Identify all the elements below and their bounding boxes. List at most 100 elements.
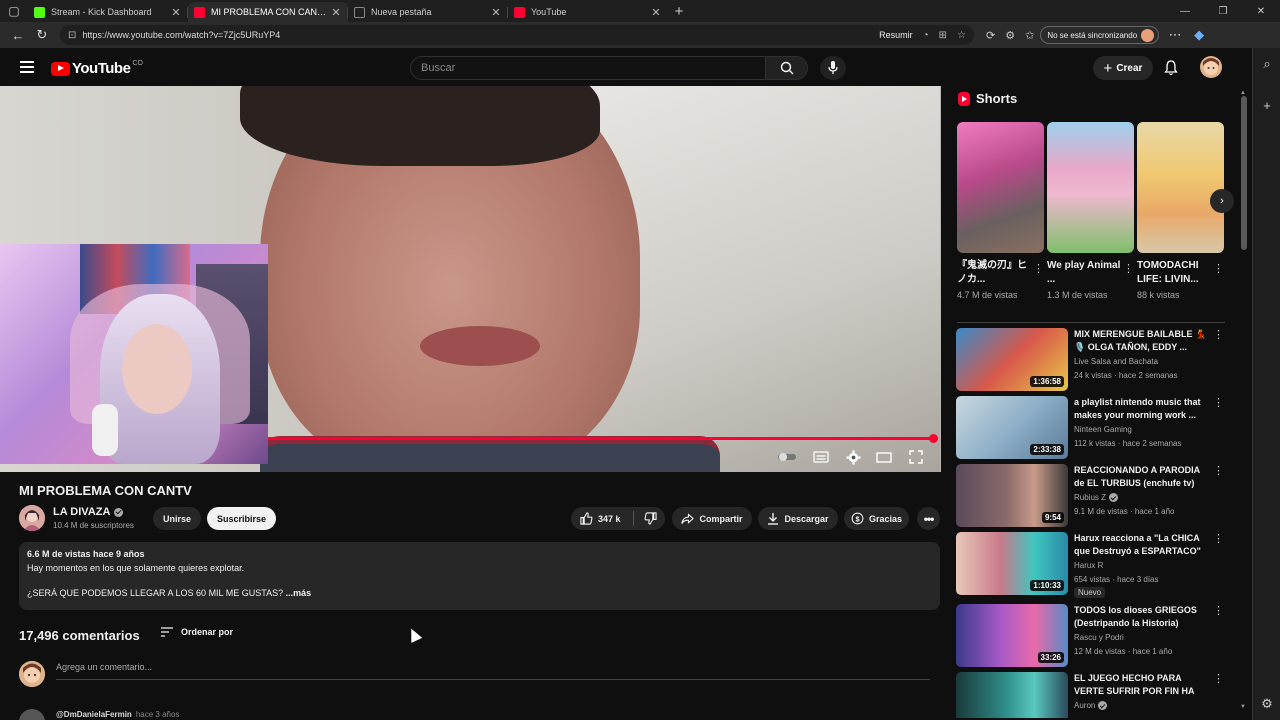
refresh-extension-icon[interactable]: ⟳ [986,29,995,42]
extensions-icon[interactable]: ⚙ [1005,29,1015,42]
channel-name-link[interactable]: LA DIVAZA [53,506,124,518]
video-title[interactable]: MIX MERENGUE BAILABLE 💃 🎙️ OLGA TAÑON, E… [1074,328,1212,354]
video-more-icon[interactable]: ⋮ [1213,532,1224,545]
copilot-icon[interactable]: ◆ [1187,27,1211,43]
share-button[interactable]: Compartir [672,507,752,530]
progress-scrubber[interactable] [929,434,938,443]
close-tab-icon[interactable]: ✕ [330,6,342,19]
comment-author[interactable]: @DmDanielaFermin [56,710,132,719]
account-avatar[interactable] [1200,56,1222,78]
favorite-star-icon[interactable]: ☆ [957,30,966,41]
description-box[interactable]: 6.6 M de vistas hace 9 años Hay momentos… [19,542,940,610]
channel-avatar[interactable] [19,505,45,531]
menu-hamburger-icon[interactable] [20,61,34,73]
fullscreen-button[interactable] [906,448,926,466]
video-title[interactable]: a playlist nintendo music that makes you… [1074,396,1212,422]
site-info-icon[interactable]: ⊡ [68,30,76,41]
sidebar-settings-icon[interactable]: ⚙ [1253,696,1280,712]
short-title[interactable]: We play Animal ... [1047,259,1125,287]
video-thumbnail[interactable]: 1:10:33 [956,532,1068,595]
video-thumbnail[interactable]: 9:54 [956,464,1068,527]
voice-search-button[interactable] [820,56,846,80]
youtube-logo[interactable]: YouTube CO [51,60,143,77]
theater-mode-button[interactable] [874,448,894,466]
scroll-down-arrow-icon[interactable]: ▼ [1240,704,1246,710]
video-more-icon[interactable]: ⋮ [1213,396,1224,409]
video-more-icon[interactable]: ⋮ [1213,604,1224,617]
short-card[interactable]: We play Animal ... 1.3 M de vistas ⋮ [1047,122,1134,300]
video-thumbnail[interactable]: 2:33:38 [956,396,1068,459]
short-title[interactable]: TOMODACHI LIFE: LIVIN... [1137,259,1215,287]
subscribe-button[interactable]: Suscribirse [207,507,276,530]
download-button[interactable]: Descargar [758,507,838,530]
browser-tab-active[interactable]: MI PROBLEMA CON CANTV - YouTube ✕ [187,2,348,22]
sidebar-add-icon[interactable]: + [1253,98,1280,113]
video-thumbnail[interactable]: 33:26 [956,604,1068,667]
create-button[interactable]: + Crear [1093,56,1153,80]
browser-tab[interactable]: Stream - Kick Dashboard ✕ [28,2,188,22]
short-more-icon[interactable]: ⋮ [1123,262,1134,275]
close-window-icon[interactable]: ✕ [1242,6,1280,17]
search-input[interactable]: Buscar [411,57,765,79]
video-channel[interactable]: Rascu y Podri [1074,633,1124,642]
tab-actions-icon[interactable]: ▢ [0,0,28,22]
recommended-video[interactable]: 33:26 TODOS los dioses GRIEGOS (Destripa… [956,604,1226,668]
video-title[interactable]: Harux reacciona a "La CHICA que Destruyó… [1074,532,1212,558]
copilot-summary-icon[interactable]: ◔ [923,30,929,41]
summarize-button[interactable]: Resumir [879,30,913,40]
recommended-video[interactable]: EL JUEGO HECHO PARA VERTE SUFRIR POR FIN… [956,672,1226,718]
progress-bar[interactable] [268,437,933,440]
video-channel[interactable]: Harux R [1074,561,1103,570]
settings-button[interactable] [843,448,863,466]
video-channel[interactable]: Live Salsa and Bachata [1074,357,1158,366]
recommended-video[interactable]: 1:10:33 Harux reacciona a "La CHICA que … [956,532,1226,602]
reload-icon[interactable]: ↻ [30,27,54,43]
video-more-icon[interactable]: ⋮ [1213,672,1224,685]
like-button[interactable]: 347 k [580,512,621,525]
video-title[interactable]: EL JUEGO HECHO PARA VERTE SUFRIR POR FIN… [1074,672,1212,698]
video-title[interactable]: TODOS los dioses GRIEGOS (Destripando la… [1074,604,1212,630]
maximize-icon[interactable]: ❐ [1204,6,1242,17]
video-thumbnail[interactable]: 1:36:58 [956,328,1068,391]
video-channel[interactable]: Ninteen Gaming [1074,425,1132,434]
short-title[interactable]: 『鬼滅の刃』ヒノカ... [957,259,1035,287]
more-actions-button[interactable]: ••• [917,507,940,530]
autoplay-toggle[interactable] [776,448,798,466]
video-channel[interactable]: Rubius Z [1074,493,1106,502]
short-thumbnail[interactable] [957,122,1044,253]
recommended-video[interactable]: 9:54 REACCIONANDO A PARODIA de EL TURBIU… [956,464,1226,528]
close-tab-icon[interactable]: ✕ [170,6,182,19]
profile-sync-button[interactable]: No se está sincronizando [1040,26,1160,44]
favorites-icon[interactable]: ✩ [1025,29,1034,42]
recommended-video[interactable]: 1:36:58 MIX MERENGUE BAILABLE 💃 🎙️ OLGA … [956,328,1226,392]
short-more-icon[interactable]: ⋮ [1033,262,1044,275]
video-thumbnail[interactable] [956,672,1068,718]
minimize-icon[interactable]: — [1166,6,1204,17]
sort-comments-button[interactable]: Ordenar por [161,627,233,637]
commenter-avatar[interactable] [19,709,45,720]
short-card[interactable]: TOMODACHI LIFE: LIVIN... 88 k vistas ⋮ [1137,122,1224,300]
more-menu-icon[interactable]: ⋯ [1163,27,1187,43]
browser-tab[interactable]: YouTube ✕ [507,2,668,22]
notifications-bell-icon[interactable] [1163,58,1179,78]
close-tab-icon[interactable]: ✕ [650,6,662,19]
join-button[interactable]: Unirse [153,507,201,530]
sidebar-search-icon[interactable]: ⌕ [1253,56,1280,72]
short-thumbnail[interactable] [1047,122,1134,253]
url-field[interactable]: ⊡ https://www.youtube.com/watch?v=7Zjc5U… [60,25,974,45]
short-thumbnail[interactable] [1137,122,1224,253]
dislike-button[interactable] [644,512,657,525]
short-more-icon[interactable]: ⋮ [1213,262,1224,275]
short-card[interactable]: 『鬼滅の刃』ヒノカ... 4.7 M de vistas ⋮ [957,122,1044,300]
new-tab-button[interactable]: + [668,3,690,20]
page-scrollbar-thumb[interactable] [1241,96,1247,250]
browser-tab[interactable]: Nueva pestaña ✕ [347,2,508,22]
back-icon[interactable]: ← [6,28,30,43]
video-channel[interactable]: Auron [1074,701,1095,710]
video-more-icon[interactable]: ⋮ [1213,328,1224,341]
close-tab-icon[interactable]: ✕ [490,6,502,19]
video-title[interactable]: REACCIONANDO A PARODIA de EL TURBIUS (en… [1074,464,1212,490]
recommended-video[interactable]: 2:33:38 a playlist nintendo music that m… [956,396,1226,460]
video-more-icon[interactable]: ⋮ [1213,464,1224,477]
apps-icon[interactable]: ⊞ [939,30,947,41]
